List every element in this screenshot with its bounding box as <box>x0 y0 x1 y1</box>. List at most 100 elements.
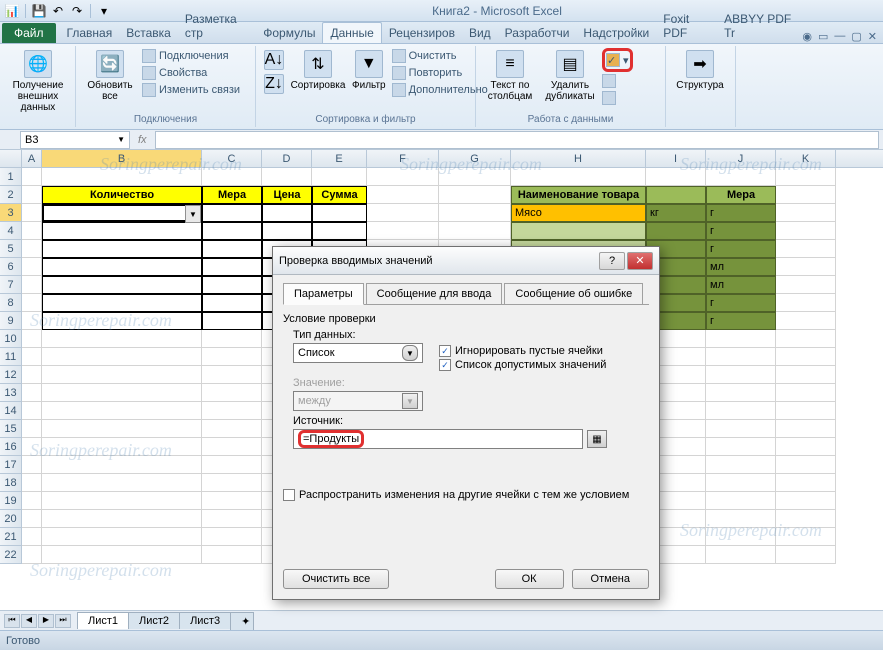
edit-links-button[interactable]: Изменить связи <box>142 82 240 98</box>
cell[interactable] <box>367 186 439 204</box>
sort-az-button[interactable]: A↓Z↓ <box>262 48 286 96</box>
tab-view[interactable]: Вид <box>462 23 498 43</box>
cell[interactable] <box>42 456 202 474</box>
ignore-empty-checkbox[interactable]: ✓ <box>439 345 451 357</box>
cell[interactable] <box>312 168 367 186</box>
dialog-close-icon[interactable]: ✕ <box>627 252 653 270</box>
cell[interactable] <box>776 420 836 438</box>
cell[interactable] <box>312 222 367 240</box>
cell[interactable] <box>22 366 42 384</box>
cell[interactable] <box>42 276 202 294</box>
cell[interactable] <box>706 384 776 402</box>
cell[interactable] <box>776 528 836 546</box>
sheet-nav-last[interactable]: ⏭ <box>55 614 71 628</box>
cell[interactable] <box>646 186 706 204</box>
sort-button[interactable]: ⇅Сортировка <box>290 48 346 93</box>
row-header[interactable]: 17 <box>0 456 22 474</box>
cell[interactable] <box>22 222 42 240</box>
cell[interactable] <box>439 168 511 186</box>
cell[interactable] <box>776 510 836 528</box>
cell[interactable]: г <box>706 222 776 240</box>
col-k[interactable]: K <box>776 150 836 167</box>
col-b[interactable]: B <box>42 150 202 167</box>
tab-insert[interactable]: Вставка <box>119 23 178 43</box>
cell[interactable]: Мера <box>706 186 776 204</box>
cell[interactable]: ▼ <box>42 204 202 222</box>
row-header[interactable]: 22 <box>0 546 22 564</box>
name-box[interactable]: B3▼ <box>20 131 130 149</box>
cell[interactable] <box>367 222 439 240</box>
cell[interactable] <box>22 168 42 186</box>
cell[interactable] <box>776 474 836 492</box>
cell[interactable] <box>776 204 836 222</box>
row-header[interactable]: 4 <box>0 222 22 240</box>
undo-icon[interactable]: ↶ <box>50 3 66 19</box>
cell[interactable] <box>42 528 202 546</box>
cell[interactable] <box>202 294 262 312</box>
cell[interactable] <box>312 204 367 222</box>
row-header[interactable]: 19 <box>0 492 22 510</box>
cell[interactable] <box>42 510 202 528</box>
cell[interactable] <box>776 348 836 366</box>
cell[interactable] <box>22 312 42 330</box>
row-header[interactable]: 8 <box>0 294 22 312</box>
cell[interactable]: Количество <box>42 186 202 204</box>
cell[interactable]: мл <box>706 258 776 276</box>
cell[interactable] <box>367 204 439 222</box>
cell[interactable] <box>202 456 262 474</box>
advanced-filter-button[interactable]: Дополнительно <box>392 82 488 98</box>
cell[interactable] <box>22 240 42 258</box>
maximize-icon[interactable]: ▢ <box>851 30 861 43</box>
cell[interactable] <box>706 168 776 186</box>
cell[interactable] <box>202 240 262 258</box>
cell[interactable] <box>22 420 42 438</box>
cell[interactable] <box>42 366 202 384</box>
cell[interactable] <box>776 312 836 330</box>
data-type-combo[interactable]: Список ▼ <box>293 343 423 363</box>
cell[interactable] <box>42 222 202 240</box>
row-header[interactable]: 6 <box>0 258 22 276</box>
cell[interactable] <box>22 492 42 510</box>
cell[interactable] <box>706 492 776 510</box>
cell[interactable] <box>776 384 836 402</box>
cell[interactable] <box>776 168 836 186</box>
close-icon[interactable]: ✕ <box>868 30 877 43</box>
col-i[interactable]: I <box>646 150 706 167</box>
cell[interactable] <box>706 438 776 456</box>
chevron-down-icon[interactable]: ▼ <box>402 345 418 361</box>
cell[interactable] <box>202 204 262 222</box>
cell[interactable] <box>202 276 262 294</box>
cell[interactable] <box>706 420 776 438</box>
tab-addins[interactable]: Надстройки <box>576 23 656 43</box>
cell[interactable] <box>202 330 262 348</box>
properties-button[interactable]: Свойства <box>142 65 240 81</box>
cell[interactable] <box>706 510 776 528</box>
cell[interactable] <box>42 402 202 420</box>
cell[interactable] <box>262 204 312 222</box>
cell[interactable] <box>202 312 262 330</box>
col-f[interactable]: F <box>367 150 439 167</box>
cell[interactable]: г <box>706 240 776 258</box>
tab-parameters[interactable]: Параметры <box>283 283 364 305</box>
cell-dropdown-icon[interactable]: ▼ <box>185 205 201 223</box>
row-header[interactable]: 5 <box>0 240 22 258</box>
cell[interactable]: мл <box>706 276 776 294</box>
fx-icon[interactable]: fx <box>138 134 147 146</box>
row-header[interactable]: 2 <box>0 186 22 204</box>
tab-input-message[interactable]: Сообщение для ввода <box>366 283 503 305</box>
cell[interactable] <box>202 402 262 420</box>
row-header[interactable]: 1 <box>0 168 22 186</box>
sheet-tab-3[interactable]: Лист3 <box>179 612 231 629</box>
cell[interactable] <box>22 546 42 564</box>
row-header[interactable]: 9 <box>0 312 22 330</box>
cell[interactable] <box>439 186 511 204</box>
cell[interactable] <box>706 402 776 420</box>
connections-button[interactable]: Подключения <box>142 48 240 64</box>
cell[interactable] <box>511 222 646 240</box>
cell[interactable] <box>22 510 42 528</box>
cell[interactable] <box>262 168 312 186</box>
row-header[interactable]: 15 <box>0 420 22 438</box>
row-header[interactable]: 11 <box>0 348 22 366</box>
row-header[interactable]: 3 <box>0 204 22 222</box>
cell[interactable] <box>202 492 262 510</box>
